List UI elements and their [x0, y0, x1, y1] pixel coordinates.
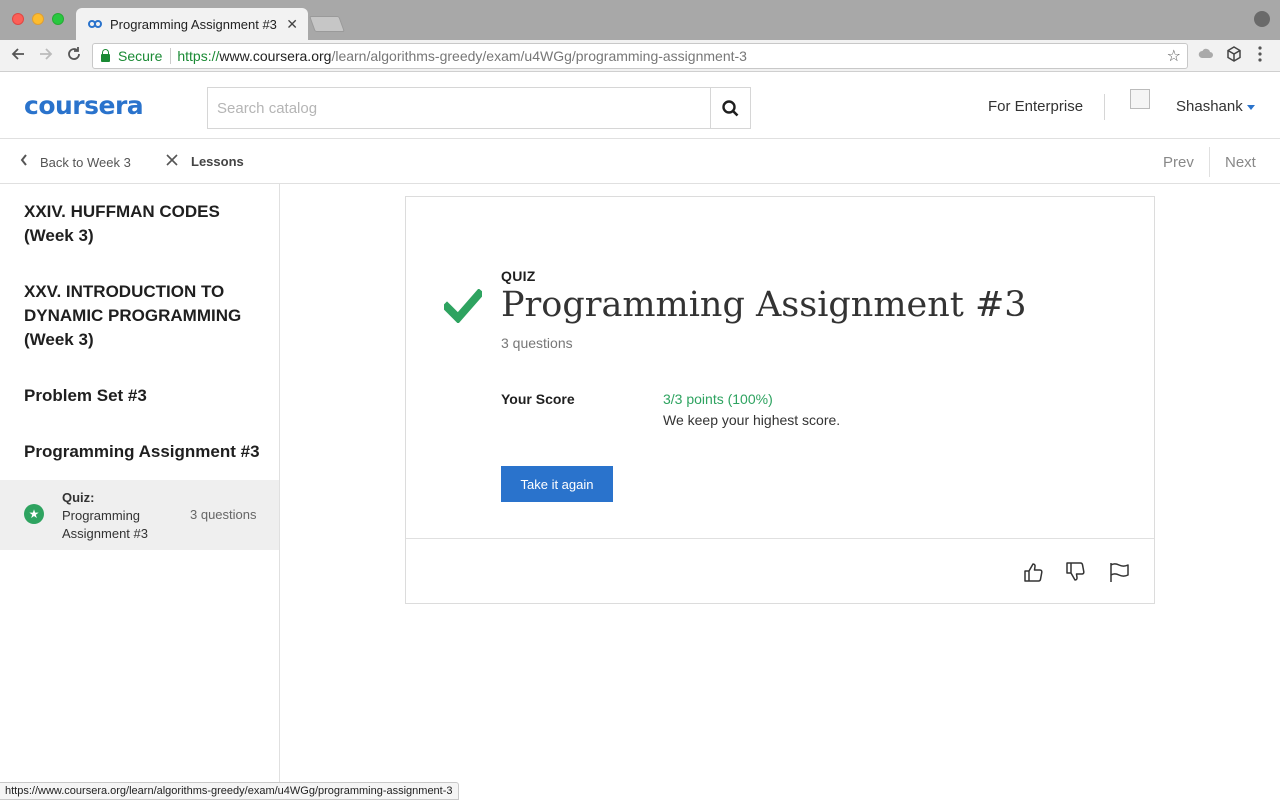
secure-label: Secure — [118, 48, 163, 64]
sidebar-lesson-problem-set[interactable]: Problem Set #3 — [24, 384, 264, 408]
sidebar-lesson-programming-assignment[interactable]: Programming Assignment #3 — [24, 440, 264, 464]
search-input[interactable] — [208, 88, 710, 128]
lessons-toggle[interactable]: Lessons — [165, 151, 244, 172]
url-scheme: https:// — [177, 48, 220, 64]
address-separator — [170, 48, 172, 64]
header-divider — [1104, 94, 1105, 120]
search-button[interactable] — [710, 88, 750, 128]
avatar[interactable] — [1130, 89, 1150, 109]
next-button[interactable]: Next — [1225, 154, 1256, 171]
score-label: Your Score — [501, 391, 575, 407]
sidebar-item-name: Programming Assignment #3 — [62, 508, 148, 541]
bookmark-star-icon[interactable]: ☆ — [1167, 46, 1181, 66]
site-header: coursera For Enterprise Shashank — [0, 72, 1280, 139]
score-note: We keep your highest score. — [663, 412, 841, 428]
flag-icon[interactable] — [1108, 561, 1130, 583]
address-bar[interactable]: Secure https://www.coursera.org/learn/al… — [92, 43, 1188, 69]
browser-tab[interactable]: Programming Assignment #3 | ✕ — [76, 8, 308, 40]
take-it-again-button[interactable]: Take it again — [501, 466, 613, 502]
quiz-card: QUIZ Programming Assignment #3 3 questio… — [405, 196, 1155, 604]
prev-button[interactable]: Prev — [1163, 154, 1194, 171]
new-tab-button[interactable] — [309, 16, 345, 32]
star-check-icon: ★ — [24, 504, 44, 524]
lesson-sidebar: XXIV. HUFFMAN CODES (Week 3) XXV. INTROD… — [0, 184, 280, 800]
status-bar-url: https://www.coursera.org/learn/algorithm… — [0, 782, 459, 800]
coursera-favicon-icon — [88, 19, 104, 29]
sidebar-item-title: Quiz: Programming Assignment #3 — [62, 489, 152, 543]
lesson-subnav: Back to Week 3 Lessons Prev Next — [0, 139, 1280, 184]
user-name-menu[interactable]: Shashank — [1176, 98, 1243, 115]
chevron-left-icon — [20, 153, 28, 171]
url-host: www.coursera.org — [219, 48, 332, 64]
question-count: 3 questions — [501, 335, 573, 351]
search-bar — [207, 87, 751, 129]
thumbs-down-icon[interactable] — [1064, 561, 1086, 583]
sidebar-item-count: 3 questions — [190, 507, 257, 522]
sidebar-item-type: Quiz: — [62, 490, 95, 505]
browser-toolbar: Secure https://www.coursera.org/learn/al… — [0, 40, 1280, 72]
quiz-kind-label: QUIZ — [501, 268, 536, 284]
prev-next-divider — [1209, 147, 1210, 177]
tab-title: Programming Assignment #3 | — [110, 16, 281, 32]
reload-icon[interactable] — [62, 44, 86, 68]
sidebar-lesson-huffman[interactable]: XXIV. HUFFMAN CODES (Week 3) — [24, 200, 264, 248]
forward-arrow-icon[interactable] — [34, 44, 58, 68]
score-value: 3/3 points (100%) — [663, 391, 773, 407]
maximize-window-button[interactable] — [52, 13, 64, 25]
chevron-down-icon[interactable] — [1247, 105, 1255, 110]
minimize-window-button[interactable] — [32, 13, 44, 25]
browser-tab-bar: Programming Assignment #3 | ✕ — [0, 0, 1280, 40]
lock-icon — [101, 49, 110, 62]
cloud-extension-icon[interactable] — [1198, 46, 1214, 63]
box-extension-icon[interactable] — [1226, 46, 1242, 65]
check-icon — [444, 289, 482, 323]
url-path: /learn/algorithms-greedy/exam/u4WGg/prog… — [331, 48, 747, 64]
sidebar-item-quiz[interactable]: ★ Quiz: Programming Assignment #3 3 ques… — [0, 480, 279, 550]
back-to-week-label: Back to Week 3 — [40, 154, 131, 170]
lessons-label: Lessons — [191, 154, 244, 169]
search-icon — [722, 99, 739, 116]
back-arrow-icon[interactable] — [6, 44, 30, 68]
sidebar-lesson-dynamic-programming[interactable]: XXV. INTRODUCTION TO DYNAMIC PROGRAMMING… — [24, 280, 264, 352]
browser-profile-icon[interactable] — [1254, 11, 1270, 27]
page-title: Programming Assignment #3 — [501, 285, 1027, 325]
browser-menu-icon[interactable] — [1258, 46, 1262, 65]
tab-close-icon[interactable]: ✕ — [286, 16, 298, 33]
close-icon — [165, 151, 179, 172]
thumbs-up-icon[interactable] — [1022, 561, 1044, 583]
back-to-week-link[interactable]: Back to Week 3 — [20, 153, 131, 171]
close-window-button[interactable] — [12, 13, 24, 25]
for-enterprise-link[interactable]: For Enterprise — [988, 98, 1083, 115]
coursera-logo[interactable]: coursera — [24, 91, 144, 120]
card-divider — [406, 538, 1154, 539]
